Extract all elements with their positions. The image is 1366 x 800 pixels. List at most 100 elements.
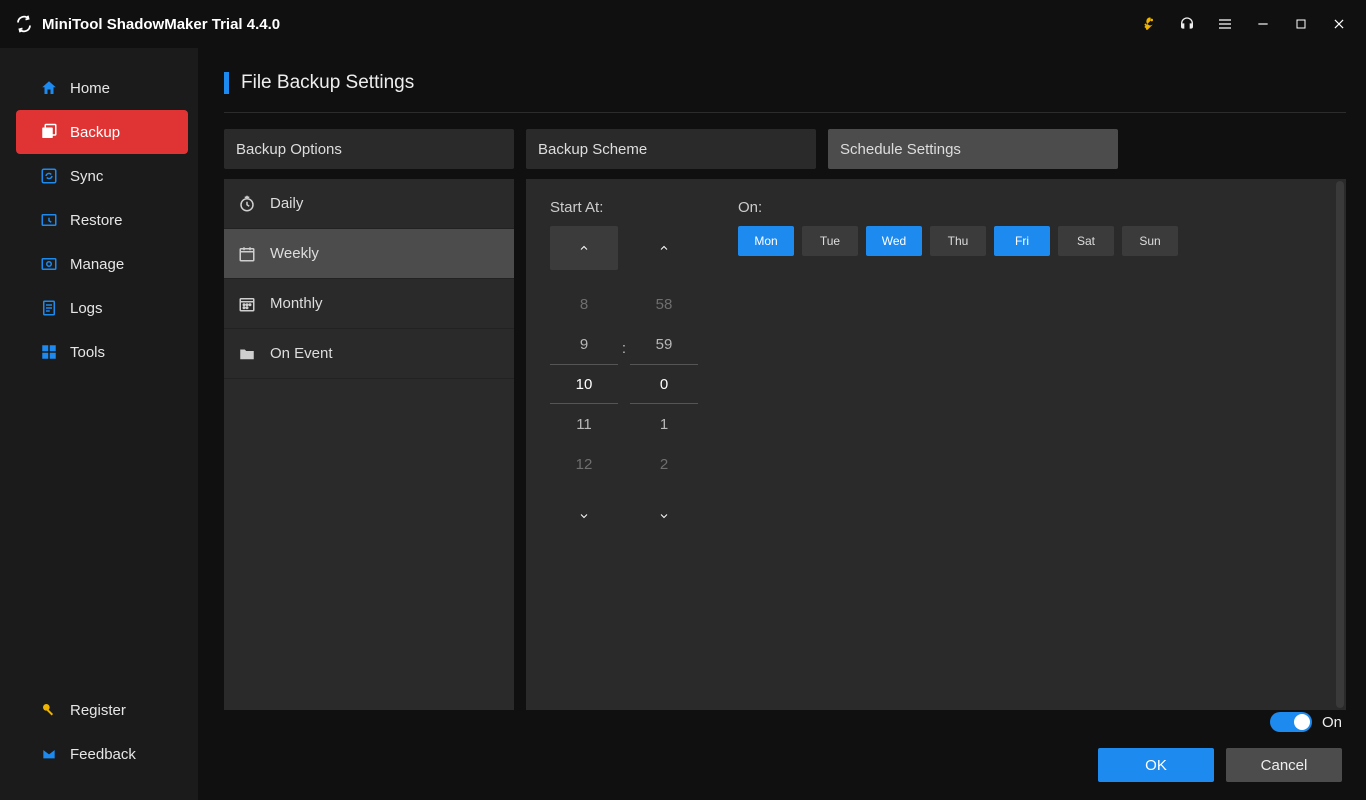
headset-icon[interactable] xyxy=(1174,11,1200,37)
minute-up-button[interactable] xyxy=(630,226,698,270)
day-chip-tue[interactable]: Tue xyxy=(802,226,858,256)
cancel-button[interactable]: Cancel xyxy=(1226,748,1342,782)
day-label: Fri xyxy=(1015,234,1029,248)
toggle-label: On xyxy=(1322,714,1342,731)
app-logo-icon xyxy=(14,14,34,34)
backup-icon xyxy=(38,123,60,141)
key-icon xyxy=(38,702,60,718)
sync-icon xyxy=(38,167,60,185)
accent-bar xyxy=(224,72,229,94)
schedule-panel: Start At: 8 9 10 11 12 xyxy=(526,179,1346,710)
key-icon[interactable] xyxy=(1136,11,1162,37)
schedule-tab-daily[interactable]: Daily xyxy=(224,179,514,229)
sidebar-item-label: Sync xyxy=(70,168,103,185)
tab-schedule-settings[interactable]: Schedule Settings xyxy=(828,129,1118,169)
schedule-tab-label: Weekly xyxy=(270,245,319,262)
minute-value[interactable]: 59 xyxy=(630,324,698,364)
tab-label: Schedule Settings xyxy=(840,141,961,158)
restore-icon xyxy=(38,211,60,229)
sidebar: Home Backup Sync Restore Manage xyxy=(0,48,198,800)
schedule-tab-label: On Event xyxy=(270,345,333,362)
hour-spinner: 8 9 10 11 12 xyxy=(550,226,618,538)
sidebar-item-label: Restore xyxy=(70,212,123,229)
time-colon: : xyxy=(618,340,630,357)
scrollbar[interactable] xyxy=(1336,181,1344,708)
app-title: MiniTool ShadowMaker Trial 4.4.0 xyxy=(42,16,280,33)
schedule-tab-on-event[interactable]: On Event xyxy=(224,329,514,379)
clock-icon xyxy=(234,195,260,213)
sidebar-item-label: Manage xyxy=(70,256,124,273)
minimize-button[interactable] xyxy=(1250,11,1276,37)
day-label: Sun xyxy=(1139,234,1160,248)
hour-value[interactable]: 9 xyxy=(550,324,618,364)
on-label: On: xyxy=(738,199,1178,216)
sidebar-item-register[interactable]: Register xyxy=(0,688,198,732)
minute-value[interactable]: 1 xyxy=(630,404,698,444)
sidebar-item-label: Register xyxy=(70,702,126,719)
sidebar-item-logs[interactable]: Logs xyxy=(0,286,198,330)
day-chip-thu[interactable]: Thu xyxy=(930,226,986,256)
tab-backup-options[interactable]: Backup Options xyxy=(224,129,514,169)
top-tabs: Backup Options Backup Scheme Schedule Se… xyxy=(224,129,1346,169)
close-button[interactable] xyxy=(1326,11,1352,37)
minute-value[interactable]: 58 xyxy=(630,284,698,324)
main-content: File Backup Settings Backup Options Back… xyxy=(198,48,1366,800)
day-chip-sat[interactable]: Sat xyxy=(1058,226,1114,256)
sidebar-item-label: Logs xyxy=(70,300,103,317)
minute-value[interactable]: 2 xyxy=(630,444,698,484)
sidebar-item-feedback[interactable]: Feedback xyxy=(0,732,198,776)
calendar-week-icon xyxy=(234,245,260,263)
sidebar-item-manage[interactable]: Manage xyxy=(0,242,198,286)
start-at-area: Start At: 8 9 10 11 12 xyxy=(550,199,698,690)
day-label: Thu xyxy=(948,234,969,248)
hour-value[interactable]: 8 xyxy=(550,284,618,324)
schedule-tab-weekly[interactable]: Weekly xyxy=(224,229,514,279)
hour-down-button[interactable] xyxy=(550,494,618,538)
hour-up-button[interactable] xyxy=(550,226,618,270)
sidebar-item-home[interactable]: Home xyxy=(0,66,198,110)
footer: On OK Cancel xyxy=(224,710,1346,784)
sidebar-item-label: Backup xyxy=(70,124,120,141)
day-chip-fri[interactable]: Fri xyxy=(994,226,1050,256)
day-label: Tue xyxy=(820,234,840,248)
hour-value[interactable]: 12 xyxy=(550,444,618,484)
ok-button[interactable]: OK xyxy=(1098,748,1214,782)
minute-value-selected[interactable]: 0 xyxy=(630,364,698,404)
day-label: Sat xyxy=(1077,234,1095,248)
menu-icon[interactable] xyxy=(1212,11,1238,37)
schedule-tab-label: Daily xyxy=(270,195,303,212)
tools-icon xyxy=(38,343,60,361)
sidebar-item-sync[interactable]: Sync xyxy=(0,154,198,198)
schedule-tab-label: Monthly xyxy=(270,295,323,312)
calendar-month-icon xyxy=(234,295,260,313)
sidebar-item-tools[interactable]: Tools xyxy=(0,330,198,374)
hour-value-selected[interactable]: 10 xyxy=(550,364,618,404)
sidebar-item-restore[interactable]: Restore xyxy=(0,198,198,242)
tab-backup-scheme[interactable]: Backup Scheme xyxy=(526,129,816,169)
home-icon xyxy=(38,79,60,97)
tab-label: Backup Scheme xyxy=(538,141,647,158)
sidebar-item-backup[interactable]: Backup xyxy=(16,110,188,154)
folder-icon xyxy=(234,345,260,363)
page-title: File Backup Settings xyxy=(241,72,414,94)
minute-down-button[interactable] xyxy=(630,494,698,538)
button-label: OK xyxy=(1145,757,1167,774)
logs-icon xyxy=(38,299,60,317)
day-chip-sun[interactable]: Sun xyxy=(1122,226,1178,256)
sidebar-item-label: Tools xyxy=(70,344,105,361)
schedule-tab-monthly[interactable]: Monthly xyxy=(224,279,514,329)
day-chip-wed[interactable]: Wed xyxy=(866,226,922,256)
schedule-enable-toggle[interactable] xyxy=(1270,712,1312,732)
days-area: On: Mon Tue Wed Thu Fri Sat Sun xyxy=(738,199,1178,690)
button-label: Cancel xyxy=(1261,757,1308,774)
maximize-button[interactable] xyxy=(1288,11,1314,37)
day-label: Wed xyxy=(882,234,906,248)
day-chip-mon[interactable]: Mon xyxy=(738,226,794,256)
minute-spinner: 58 59 0 1 2 xyxy=(630,226,698,538)
sidebar-item-label: Home xyxy=(70,80,110,97)
manage-icon xyxy=(38,255,60,273)
day-label: Mon xyxy=(754,234,777,248)
hour-value[interactable]: 11 xyxy=(550,404,618,444)
tab-label: Backup Options xyxy=(236,141,342,158)
schedule-type-list: Daily Weekly Monthly On Event xyxy=(224,179,514,710)
